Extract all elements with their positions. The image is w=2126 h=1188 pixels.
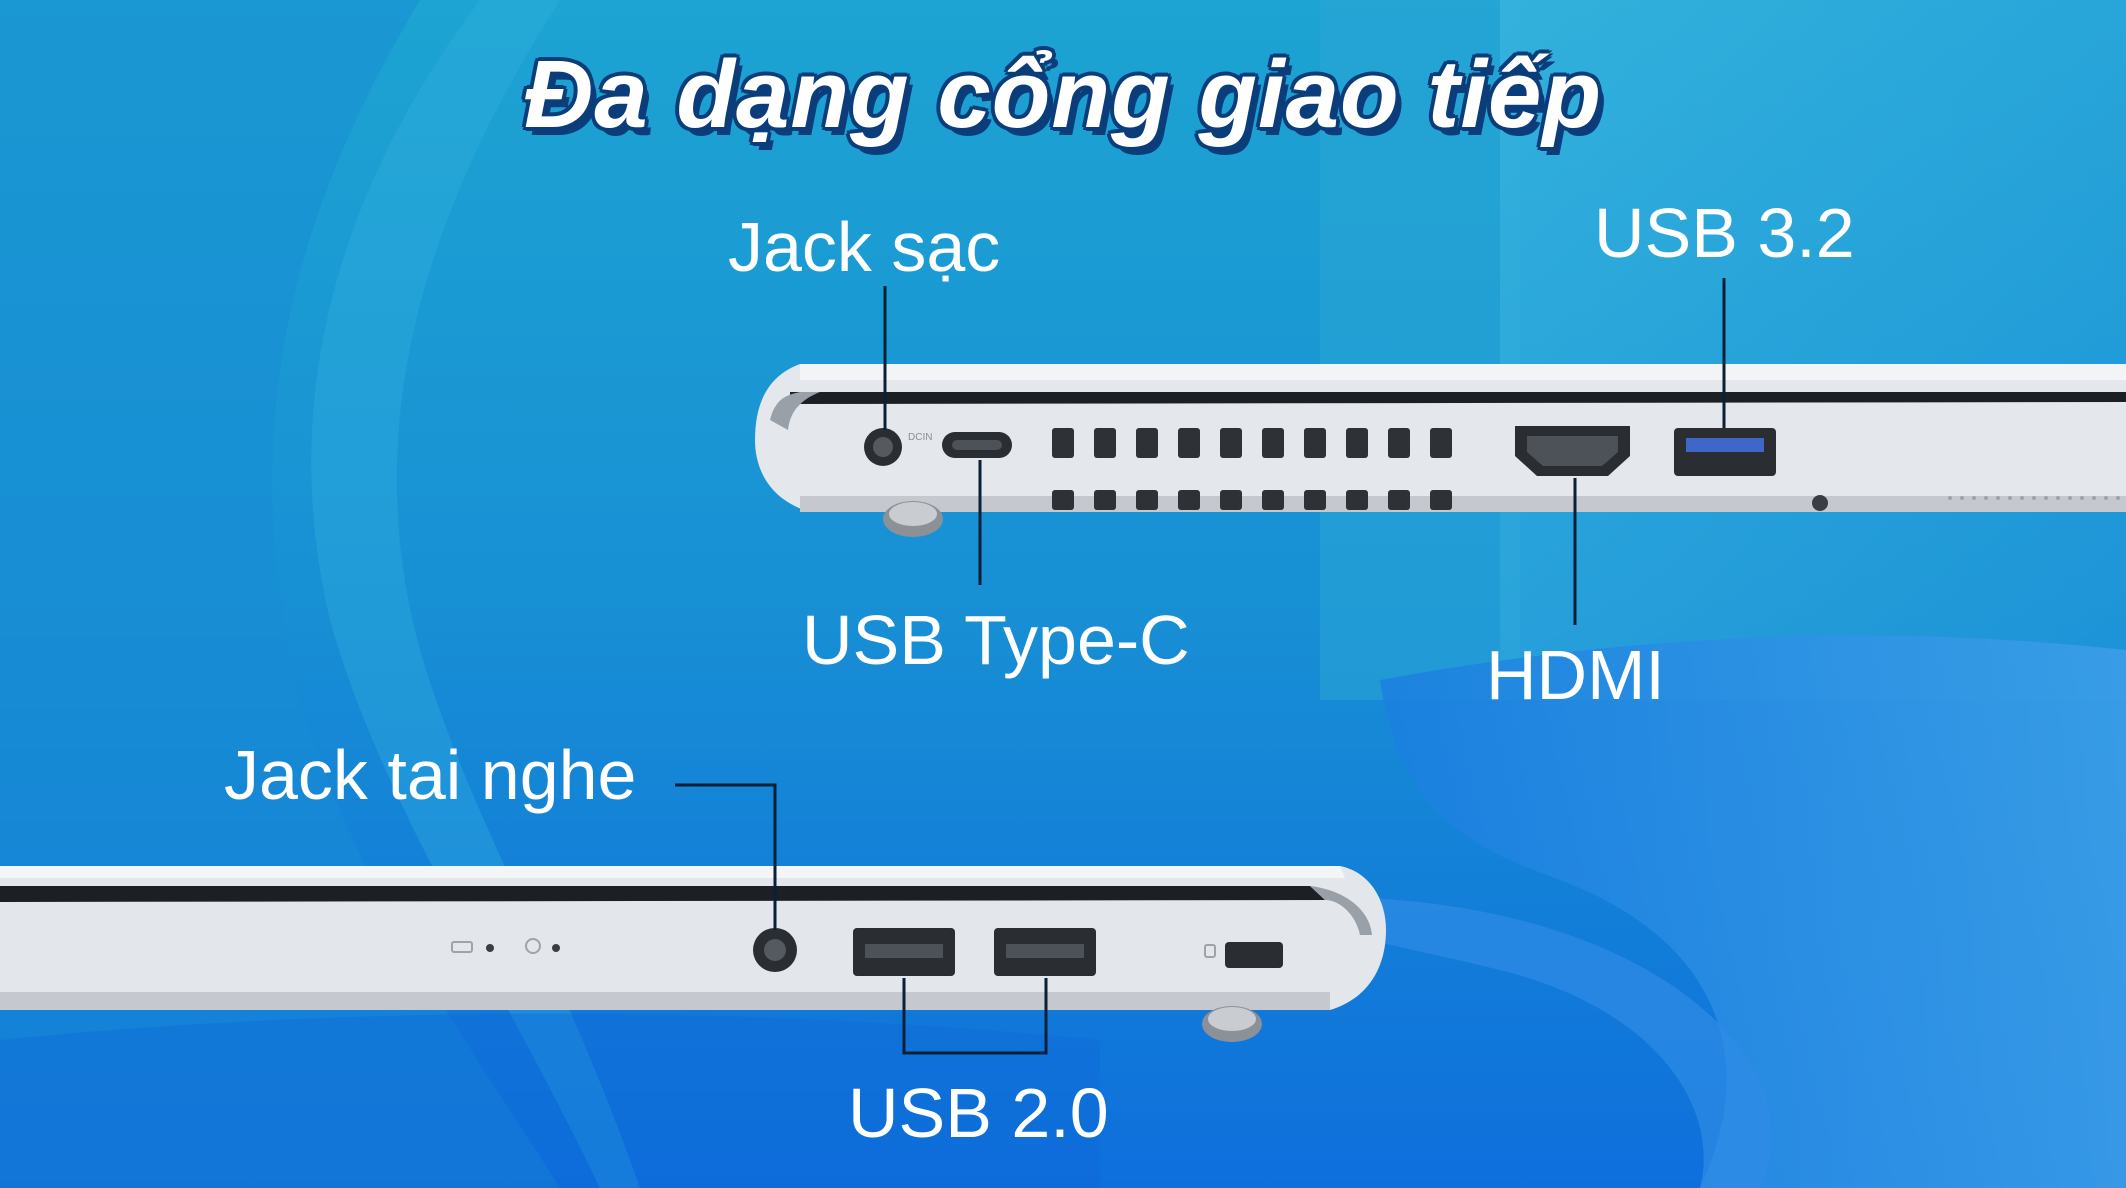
label-usb-type-c: USB Type-C [802,601,1190,679]
port-infographic: Đa dạng cổng giao tiếp DCIN Jack sạc USB… [0,0,2126,1188]
laptop-illustrations: DCIN [0,278,2126,1055]
label-hdmi: HDMI [1486,636,1665,714]
label-usb-2-0: USB 2.0 [848,1074,1109,1152]
laptop-left-side-image [0,866,1386,1042]
label-usb-3-2: USB 3.2 [1594,194,1855,272]
label-jack-tai-nghe: Jack tai nghe [224,736,637,814]
laptop-right-side-image: DCIN [755,364,2126,537]
label-jack-sac: Jack sạc [728,208,1001,286]
svg-text:DCIN: DCIN [908,432,932,443]
